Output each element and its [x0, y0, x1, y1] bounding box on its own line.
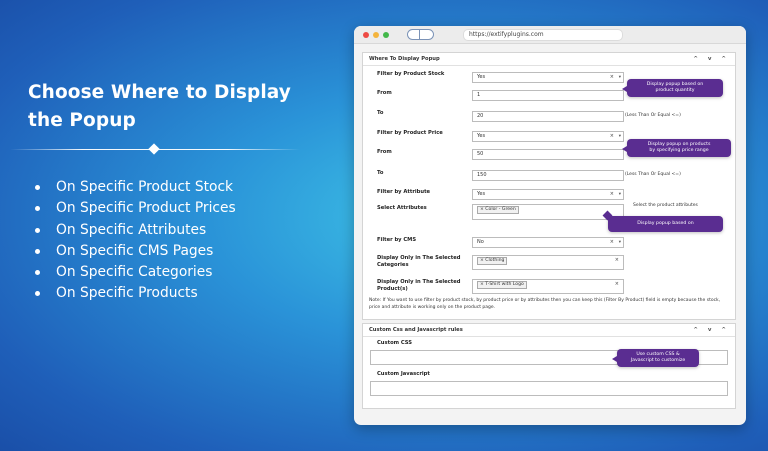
bullet-icon	[35, 270, 40, 276]
bullet-icon	[35, 248, 40, 254]
panel-header: Custom Css and Javascript rules ^ v ^	[363, 324, 735, 337]
sidebar-toggle-icon[interactable]	[407, 29, 434, 40]
attribute-tag[interactable]: × Color - Green	[477, 206, 519, 214]
attribute-tooltip: Display popup based on	[608, 216, 723, 232]
panel-title: Custom Css and Javascript rules	[369, 327, 463, 333]
tooltip-text: by specifying price range	[649, 148, 709, 153]
close-window-icon[interactable]	[363, 32, 369, 38]
clear-icon[interactable]: ×	[615, 280, 619, 289]
clear-icon[interactable]: ×	[610, 73, 614, 82]
filter-cms-select[interactable]: No × ▾	[472, 237, 624, 248]
chevron-down-icon[interactable]: ▾	[619, 238, 621, 247]
feature-text: On Specific Attributes	[56, 221, 207, 238]
products-label-line1: Display Only in The Selected	[377, 279, 461, 285]
bullet-icon	[35, 185, 40, 190]
stock-to-input[interactable]: 20	[472, 111, 624, 122]
chevron-down-icon[interactable]: ▾	[619, 132, 621, 141]
filter-stock-label: Filter by Product Stock	[377, 71, 445, 77]
custom-js-textarea[interactable]	[370, 381, 728, 396]
feature-text: On Specific CMS Pages	[56, 242, 214, 259]
select-attributes-input[interactable]: × Color - Green	[472, 204, 624, 220]
stock-from-input[interactable]: 1	[472, 90, 624, 101]
categories-select[interactable]: × Clothing ×	[472, 255, 624, 270]
filter-price-select[interactable]: Yes × ▾	[472, 131, 624, 142]
bullet-icon	[35, 206, 40, 212]
custom-code-panel: Custom Css and Javascript rules ^ v ^ Cu…	[362, 323, 736, 409]
select-value: Yes	[477, 133, 486, 139]
panel-title: Where To Display Popup	[369, 56, 440, 62]
feature-text: On Specific Product Stock	[56, 179, 234, 195]
clear-icon[interactable]: ×	[610, 132, 614, 141]
panel-controls-icon[interactable]: ^ v ^	[693, 324, 730, 337]
products-label-line2: Product(s)	[377, 286, 408, 292]
price-to-input[interactable]: 150	[472, 170, 624, 181]
filter-cms-label: Filter by CMS	[377, 237, 417, 243]
select-value: Yes	[477, 191, 486, 197]
custom-js-label: Custom Javascript	[377, 371, 430, 377]
price-tooltip: Display popup on products by specifying …	[622, 139, 731, 157]
feature-item: On Specific Product Prices	[34, 198, 236, 219]
clear-icon[interactable]: ×	[615, 256, 619, 265]
chevron-down-icon[interactable]: ▾	[619, 73, 621, 82]
feature-item: On Specific Product Stock	[34, 177, 236, 198]
decorative-divider	[10, 143, 300, 157]
tooltip-text: product quantity	[655, 88, 695, 93]
feature-text: On Specific Product Prices	[56, 200, 236, 217]
panel-controls-icon[interactable]: ^ v ^	[693, 53, 730, 66]
panel-header: Where To Display Popup ^ v ^	[363, 53, 735, 66]
select-value: No	[477, 239, 484, 245]
product-tag[interactable]: × T-Shirt with Logo	[477, 281, 527, 289]
css-tooltip: Use custom CSS & Javascript to customize	[612, 349, 699, 367]
filter-price-label: Filter by Product Price	[377, 130, 443, 136]
diamond-icon	[148, 143, 160, 155]
select-value: Yes	[477, 74, 486, 80]
to-hint: (Less Than Or Equal <=)	[625, 113, 681, 118]
browser-window: https://extifyplugins.com Where To Displ…	[354, 26, 746, 425]
feature-item: On Specific CMS Pages	[34, 241, 236, 262]
feature-item: On Specific Categories	[34, 262, 236, 283]
feature-text: On Specific Categories	[56, 264, 213, 281]
display-rules-panel: Where To Display Popup ^ v ^ Filter by P…	[362, 52, 736, 320]
price-to-hint: (Less Than Or Equal <=)	[625, 172, 681, 177]
to-label: To	[377, 110, 384, 116]
price-from-input[interactable]: 50	[472, 149, 624, 160]
price-to-label: To	[377, 170, 384, 176]
select-attributes-hint: Select the product attributes	[633, 203, 698, 208]
categories-label-line1: Display Only in The Selected	[377, 255, 461, 261]
maximize-window-icon[interactable]	[383, 32, 389, 38]
filter-stock-select[interactable]: Yes × ▾	[472, 72, 624, 83]
select-attributes-label: Select Attributes	[377, 205, 427, 211]
admin-page: Where To Display Popup ^ v ^ Filter by P…	[362, 52, 736, 409]
price-from-label: From	[377, 149, 392, 155]
tooltip-text: Javascript to customize	[630, 358, 686, 363]
feature-item: On Specific Products	[34, 283, 236, 304]
stock-tooltip: Display popup based on product quantity	[622, 79, 723, 97]
feature-item: On Specific Attributes	[34, 220, 236, 241]
filter-note: Note: If You want to use filter by produ…	[369, 298, 721, 310]
categories-label-line2: Categories	[377, 262, 409, 268]
tooltip-text: Display popup based on	[637, 221, 694, 226]
custom-css-label: Custom CSS	[377, 340, 412, 346]
browser-toolbar: https://extifyplugins.com	[354, 26, 746, 44]
address-bar[interactable]: https://extifyplugins.com	[463, 29, 623, 41]
category-tag[interactable]: × Clothing	[477, 257, 508, 265]
minimize-window-icon[interactable]	[373, 32, 379, 38]
filter-attribute-select[interactable]: Yes × ▾	[472, 189, 624, 200]
products-select[interactable]: × T-Shirt with Logo ×	[472, 279, 624, 294]
chevron-down-icon[interactable]: ▾	[619, 190, 621, 199]
from-label: From	[377, 90, 392, 96]
bullet-icon	[35, 291, 40, 297]
feature-text: On Specific Products	[56, 285, 198, 302]
clear-icon[interactable]: ×	[610, 190, 614, 199]
clear-icon[interactable]: ×	[610, 238, 614, 247]
bullet-icon	[35, 227, 40, 233]
feature-list: On Specific Product Stock On Specific Pr…	[34, 177, 236, 305]
filter-attribute-label: Filter by Attribute	[377, 189, 431, 195]
page-headline: Choose Where to Display the Popup	[28, 82, 291, 131]
